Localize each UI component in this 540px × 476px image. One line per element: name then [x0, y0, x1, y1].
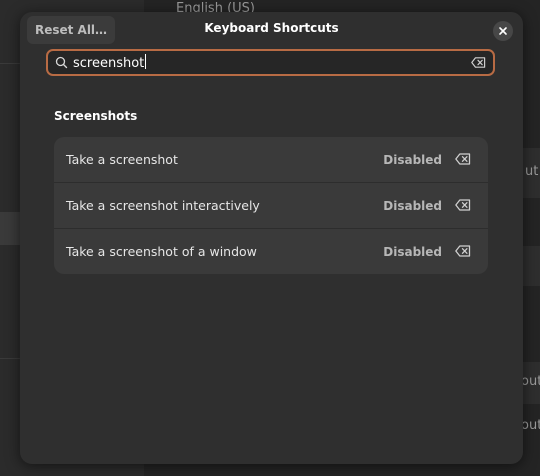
- search-input-value[interactable]: screenshot: [73, 54, 147, 71]
- clear-search-icon[interactable]: [471, 57, 486, 68]
- shortcut-label: Take a screenshot interactively: [66, 198, 260, 213]
- text-caret: [145, 54, 147, 69]
- shortcut-status: Disabled: [383, 244, 442, 259]
- shortcut-row[interactable]: Take a screenshot Disabled: [54, 137, 488, 183]
- search-input[interactable]: screenshot: [46, 49, 495, 76]
- clear-shortcut-icon[interactable]: [455, 152, 471, 166]
- dialog-headerbar: Reset All… Keyboard Shortcuts: [20, 12, 523, 46]
- background-partial-text: out: [521, 418, 540, 433]
- keyboard-shortcuts-dialog: Reset All… Keyboard Shortcuts screenshot…: [20, 12, 523, 464]
- close-icon: [499, 27, 507, 35]
- shortcut-label: Take a screenshot: [66, 152, 178, 167]
- clear-shortcut-icon[interactable]: [455, 198, 471, 212]
- shortcut-label: Take a screenshot of a window: [66, 244, 257, 259]
- background-partial-text: ut: [525, 164, 539, 179]
- close-button[interactable]: [493, 21, 513, 41]
- clear-shortcut-icon[interactable]: [455, 244, 471, 258]
- background-partial-text: out: [521, 374, 540, 389]
- shortcut-row[interactable]: Take a screenshot of a window Disabled: [54, 229, 488, 274]
- search-icon: [55, 56, 68, 69]
- section-title: Screenshots: [54, 109, 138, 123]
- shortcut-list: Take a screenshot Disabled Take a screen…: [54, 137, 488, 274]
- shortcut-status: Disabled: [383, 198, 442, 213]
- shortcut-status: Disabled: [383, 152, 442, 167]
- dialog-title: Keyboard Shortcuts: [204, 21, 339, 35]
- shortcut-row[interactable]: Take a screenshot interactively Disabled: [54, 183, 488, 229]
